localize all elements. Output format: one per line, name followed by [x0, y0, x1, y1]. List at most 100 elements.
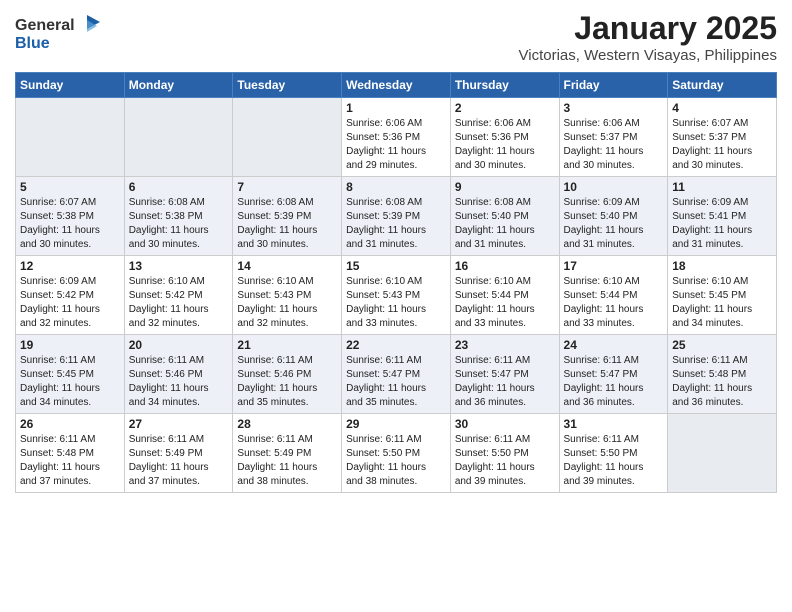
weekday-header-row: Sunday Monday Tuesday Wednesday Thursday… [16, 73, 777, 98]
day-number: 17 [564, 259, 664, 273]
calendar-cell [233, 98, 342, 177]
day-number: 19 [20, 338, 120, 352]
day-number: 6 [129, 180, 229, 194]
header: General Blue January 2025 Victorias, Wes… [15, 10, 777, 64]
day-number: 30 [455, 417, 555, 431]
svg-text:Blue: Blue [15, 35, 50, 52]
th-sunday: Sunday [16, 73, 125, 98]
day-info: Sunrise: 6:11 AMSunset: 5:45 PMDaylight:… [20, 354, 120, 410]
day-info: Sunrise: 6:10 AMSunset: 5:42 PMDaylight:… [129, 275, 229, 331]
calendar-cell: 24 Sunrise: 6:11 AMSunset: 5:47 PMDayligh… [559, 335, 668, 414]
day-number: 26 [20, 417, 120, 431]
day-number: 14 [237, 259, 337, 273]
calendar-cell: 13 Sunrise: 6:10 AMSunset: 5:42 PMDayligh… [124, 256, 233, 335]
calendar-cell: 7 Sunrise: 6:08 AMSunset: 5:39 PMDaylight… [233, 177, 342, 256]
day-info: Sunrise: 6:11 AMSunset: 5:47 PMDaylight:… [564, 354, 664, 410]
calendar-cell: 10Sunrise: 6:09 AMSunset: 5:40 PMDayligh… [559, 177, 668, 256]
calendar-cell: 18 Sunrise: 6:10 AMSunset: 5:45 PMDayligh… [668, 256, 777, 335]
calendar-cell: 11 Sunrise: 6:09 AMSunset: 5:41 PMDayligh… [668, 177, 777, 256]
calendar-cell: 15 Sunrise: 6:10 AMSunset: 5:43 PMDayligh… [342, 256, 451, 335]
day-info: Sunrise: 6:09 AMSunset: 5:42 PMDaylight:… [20, 275, 120, 331]
day-info: Sunrise: 6:06 AMSunset: 5:37 PMDaylight:… [564, 117, 664, 173]
day-info: Sunrise: 6:11 AMSunset: 5:50 PMDaylight:… [455, 433, 555, 489]
calendar-week-row: 5Sunrise: 6:07 AMSunset: 5:38 PMDaylight… [16, 177, 777, 256]
logo: General Blue [15, 10, 105, 60]
day-number: 11 [672, 180, 772, 194]
logo-svg: General Blue [15, 10, 105, 55]
calendar-cell: 30 Sunrise: 6:11 AMSunset: 5:50 PMDayligh… [450, 414, 559, 493]
th-saturday: Saturday [668, 73, 777, 98]
day-number: 22 [346, 338, 446, 352]
day-info: Sunrise: 6:08 AMSunset: 5:38 PMDaylight:… [129, 196, 229, 252]
day-number: 3 [564, 101, 664, 115]
calendar-table: Sunday Monday Tuesday Wednesday Thursday… [15, 72, 777, 493]
calendar-cell: 12 Sunrise: 6:09 AMSunset: 5:42 PMDayligh… [16, 256, 125, 335]
day-info: Sunrise: 6:08 AMSunset: 5:39 PMDaylight:… [346, 196, 446, 252]
day-number: 13 [129, 259, 229, 273]
th-wednesday: Wednesday [342, 73, 451, 98]
day-info: Sunrise: 6:07 AMSunset: 5:37 PMDaylight:… [672, 117, 772, 173]
calendar-cell: 2Sunrise: 6:06 AMSunset: 5:36 PMDaylight… [450, 98, 559, 177]
calendar-cell: 27Sunrise: 6:11 AMSunset: 5:49 PMDayligh… [124, 414, 233, 493]
calendar-cell: 17 Sunrise: 6:10 AMSunset: 5:44 PMDayligh… [559, 256, 668, 335]
calendar-cell: 25 Sunrise: 6:11 AMSunset: 5:48 PMDayligh… [668, 335, 777, 414]
calendar-cell: 9Sunrise: 6:08 AMSunset: 5:40 PMDaylight… [450, 177, 559, 256]
day-info: Sunrise: 6:06 AMSunset: 5:36 PMDaylight:… [455, 117, 555, 173]
svg-text:General: General [15, 17, 75, 34]
calendar-cell: 29Sunrise: 6:11 AMSunset: 5:50 PMDayligh… [342, 414, 451, 493]
th-monday: Monday [124, 73, 233, 98]
day-info: Sunrise: 6:08 AMSunset: 5:39 PMDaylight:… [237, 196, 337, 252]
day-info: Sunrise: 6:11 AMSunset: 5:48 PMDaylight:… [672, 354, 772, 410]
calendar-week-row: 12 Sunrise: 6:09 AMSunset: 5:42 PMDayligh… [16, 256, 777, 335]
day-info: Sunrise: 6:11 AMSunset: 5:47 PMDaylight:… [346, 354, 446, 410]
calendar-week-row: 26 Sunrise: 6:11 AMSunset: 5:48 PMDayligh… [16, 414, 777, 493]
calendar-subtitle: Victorias, Western Visayas, Philippines [519, 47, 777, 64]
day-number: 25 [672, 338, 772, 352]
calendar-cell [16, 98, 125, 177]
day-number: 7 [237, 180, 337, 194]
day-info: Sunrise: 6:10 AMSunset: 5:45 PMDaylight:… [672, 275, 772, 331]
calendar-cell: 28Sunrise: 6:11 AMSunset: 5:49 PMDayligh… [233, 414, 342, 493]
day-info: Sunrise: 6:10 AMSunset: 5:44 PMDaylight:… [455, 275, 555, 331]
day-info: Sunrise: 6:11 AMSunset: 5:49 PMDaylight:… [237, 433, 337, 489]
day-number: 20 [129, 338, 229, 352]
day-info: Sunrise: 6:09 AMSunset: 5:41 PMDaylight:… [672, 196, 772, 252]
day-info: Sunrise: 6:10 AMSunset: 5:44 PMDaylight:… [564, 275, 664, 331]
day-info: Sunrise: 6:11 AMSunset: 5:48 PMDaylight:… [20, 433, 120, 489]
day-number: 18 [672, 259, 772, 273]
calendar-cell [668, 414, 777, 493]
day-number: 12 [20, 259, 120, 273]
day-number: 1 [346, 101, 446, 115]
calendar-title: January 2025 [519, 10, 777, 47]
day-info: Sunrise: 6:11 AMSunset: 5:46 PMDaylight:… [237, 354, 337, 410]
day-info: Sunrise: 6:08 AMSunset: 5:40 PMDaylight:… [455, 196, 555, 252]
th-friday: Friday [559, 73, 668, 98]
day-number: 21 [237, 338, 337, 352]
calendar-week-row: 19 Sunrise: 6:11 AMSunset: 5:45 PMDayligh… [16, 335, 777, 414]
th-tuesday: Tuesday [233, 73, 342, 98]
calendar-cell [124, 98, 233, 177]
day-number: 16 [455, 259, 555, 273]
day-number: 15 [346, 259, 446, 273]
calendar-cell: 22 Sunrise: 6:11 AMSunset: 5:47 PMDayligh… [342, 335, 451, 414]
calendar-cell: 1Sunrise: 6:06 AMSunset: 5:36 PMDaylight… [342, 98, 451, 177]
day-info: Sunrise: 6:11 AMSunset: 5:47 PMDaylight:… [455, 354, 555, 410]
day-number: 31 [564, 417, 664, 431]
calendar-cell: 16 Sunrise: 6:10 AMSunset: 5:44 PMDayligh… [450, 256, 559, 335]
day-info: Sunrise: 6:10 AMSunset: 5:43 PMDaylight:… [346, 275, 446, 331]
calendar-cell: 21 Sunrise: 6:11 AMSunset: 5:46 PMDayligh… [233, 335, 342, 414]
day-number: 8 [346, 180, 446, 194]
day-number: 29 [346, 417, 446, 431]
calendar-cell: 8 Sunrise: 6:08 AMSunset: 5:39 PMDaylight… [342, 177, 451, 256]
calendar-cell: 23 Sunrise: 6:11 AMSunset: 5:47 PMDayligh… [450, 335, 559, 414]
day-info: Sunrise: 6:07 AMSunset: 5:38 PMDaylight:… [20, 196, 120, 252]
calendar-cell: 19 Sunrise: 6:11 AMSunset: 5:45 PMDayligh… [16, 335, 125, 414]
calendar-cell: 3 Sunrise: 6:06 AMSunset: 5:37 PMDaylight… [559, 98, 668, 177]
day-number: 23 [455, 338, 555, 352]
day-number: 24 [564, 338, 664, 352]
day-info: Sunrise: 6:11 AMSunset: 5:46 PMDaylight:… [129, 354, 229, 410]
day-number: 4 [672, 101, 772, 115]
day-info: Sunrise: 6:11 AMSunset: 5:49 PMDaylight:… [129, 433, 229, 489]
calendar-cell: 5Sunrise: 6:07 AMSunset: 5:38 PMDaylight… [16, 177, 125, 256]
calendar-cell: 31Sunrise: 6:11 AMSunset: 5:50 PMDayligh… [559, 414, 668, 493]
